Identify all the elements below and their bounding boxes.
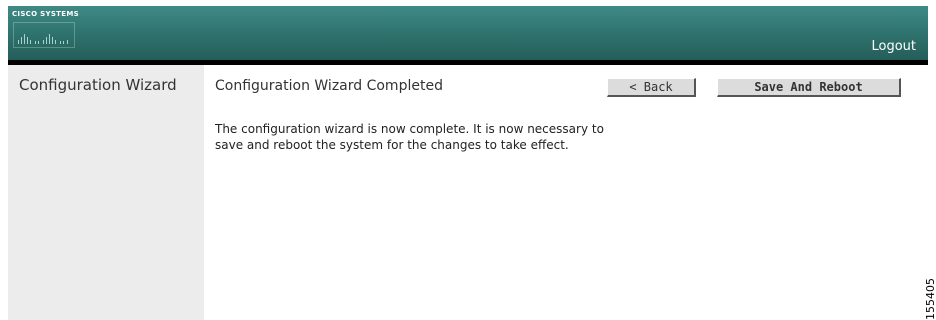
page: CISCO SYSTEMS Logout Configuration Wizar… — [0, 0, 936, 320]
main-content: Configuration Wizard Completed < Back Sa… — [204, 65, 928, 320]
figure-stamp: 155405 — [924, 262, 936, 320]
back-button[interactable]: < Back — [607, 78, 696, 97]
logout-link[interactable]: Logout — [871, 39, 916, 54]
sidebar-title: Configuration Wizard — [19, 76, 177, 94]
sidebar: Configuration Wizard — [8, 65, 204, 320]
header-bar: CISCO SYSTEMS Logout — [8, 6, 928, 60]
save-and-reboot-button[interactable]: Save And Reboot — [717, 78, 901, 97]
page-title: Configuration Wizard Completed — [215, 78, 443, 94]
figure-stamp-text: 155405 — [924, 278, 936, 320]
cisco-bridge-icon — [13, 22, 75, 48]
cisco-logo: CISCO SYSTEMS — [12, 10, 79, 50]
brand-text: CISCO SYSTEMS — [12, 10, 79, 18]
completion-message: The configuration wizard is now complete… — [215, 122, 604, 152]
